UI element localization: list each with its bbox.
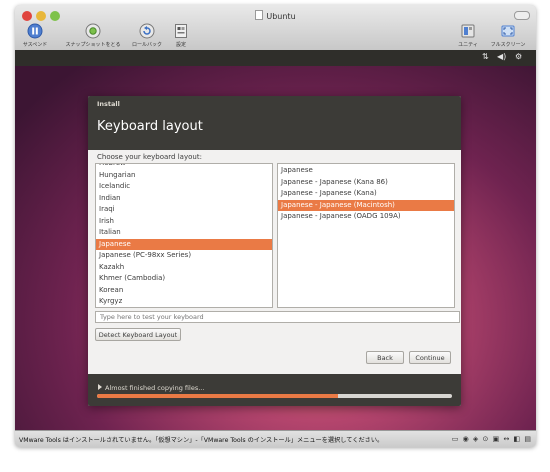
vmware-status-bar: VMware Tools はインストールされていません。「仮想マシン」-「VMw…: [15, 430, 536, 447]
progress-bar: [97, 394, 452, 398]
keyboard-layout-rows: Hebrew Hungarian Icelandic Indian Iraqi Irish…: [96, 164, 272, 307]
layout-list-item[interactable]: Icelandic: [96, 181, 272, 193]
layout-list-item[interactable]: Japanese: [96, 238, 272, 250]
settings-button[interactable]: 設定: [170, 23, 192, 48]
installer-window-title: Install: [97, 100, 120, 108]
layout-list-item[interactable]: Hungarian: [96, 170, 272, 182]
installer-window: Install Keyboard layout Choose your keyb…: [88, 96, 461, 406]
pause-icon: [27, 23, 43, 39]
vmware-window: Ubuntu サスペンド スナップショットをとる ロールバック 設定 ユニティ …: [15, 5, 536, 447]
snapshot-icon: [85, 23, 101, 39]
window-title: Ubuntu: [15, 10, 536, 21]
ubuntu-desktop: Install Keyboard layout Choose your keyb…: [15, 66, 536, 430]
detect-keyboard-layout-button[interactable]: Detect Keyboard Layout: [95, 328, 181, 341]
page-title: Keyboard layout: [97, 119, 203, 134]
document-icon: [255, 10, 264, 20]
power-icon[interactable]: ⚙: [515, 52, 522, 61]
variant-list-item[interactable]: Japanese - Japanese (OADG 109A): [278, 211, 454, 223]
device-status-icons[interactable]: ▭ ◉ ◈ ⊙ ▣ ↔ ◧ ▤: [452, 435, 532, 443]
ubuntu-top-panel: ⇅ ◀) ⚙: [15, 50, 536, 66]
snapshot-button[interactable]: スナップショットをとる: [59, 23, 127, 48]
installer-header: Install Keyboard layout: [88, 96, 461, 150]
network-icon[interactable]: ⇅: [482, 52, 489, 61]
keyboard-variant-list[interactable]: Japanese Japanese - Japanese (Kana 86) Jap…: [277, 163, 455, 308]
rollback-icon: [139, 23, 155, 39]
layout-list-item[interactable]: Irish: [96, 216, 272, 228]
variant-list-item[interactable]: Japanese - Japanese (Kana 86): [278, 177, 454, 189]
progress-expander[interactable]: Almost finished copying files...: [98, 384, 204, 392]
keyboard-variant-rows: Japanese Japanese - Japanese (Kana 86) Jap…: [278, 165, 454, 223]
unity-button[interactable]: ユニティ: [455, 23, 481, 48]
suspend-button[interactable]: サスペンド: [17, 23, 53, 48]
layout-list-item[interactable]: Indian: [96, 193, 272, 205]
progress-label: Almost finished copying files...: [105, 384, 205, 392]
layout-list-item[interactable]: Iraqi: [96, 204, 272, 216]
unity-icon: [461, 24, 475, 38]
variant-list-item[interactable]: Japanese - Japanese (Macintosh): [278, 199, 454, 211]
keyboard-layout-list[interactable]: Hebrew Hungarian Icelandic Indian Iraqi Irish…: [95, 163, 273, 308]
layout-list-item[interactable]: Kazakh: [96, 262, 272, 274]
layout-list-item[interactable]: Italian: [96, 227, 272, 239]
layout-list-item[interactable]: Japanese (PC-98xx Series): [96, 250, 272, 262]
layout-list-item[interactable]: Korean: [96, 285, 272, 297]
toolbar-toggle-button[interactable]: [514, 11, 530, 20]
continue-button[interactable]: Continue: [409, 351, 451, 364]
choose-layout-label: Choose your keyboard layout:: [97, 153, 202, 161]
fullscreen-icon: [501, 25, 515, 37]
back-button[interactable]: Back: [366, 351, 404, 364]
layout-list-item[interactable]: Kyrgyz: [96, 296, 272, 307]
variant-list-item[interactable]: Japanese - Japanese (Kana): [278, 188, 454, 200]
rollback-button[interactable]: ロールバック: [127, 23, 167, 48]
window-titlebar: Ubuntu サスペンド スナップショットをとる ロールバック 設定 ユニティ …: [15, 5, 536, 51]
fullscreen-button[interactable]: フルスクリーン: [487, 23, 529, 48]
vmware-tools-message: VMware Tools はインストールされていません。「仮想マシン」-「VMw…: [19, 437, 384, 444]
variant-list-item[interactable]: Japanese: [278, 165, 454, 177]
layout-list-item[interactable]: Khmer (Cambodia): [96, 273, 272, 285]
progress-bar-fill: [97, 394, 339, 398]
keyboard-test-input[interactable]: [95, 311, 460, 323]
progress-section: Almost finished copying files...: [88, 374, 461, 406]
expander-triangle-icon: [98, 384, 102, 390]
settings-icon: [175, 24, 187, 38]
volume-icon[interactable]: ◀): [497, 52, 506, 61]
